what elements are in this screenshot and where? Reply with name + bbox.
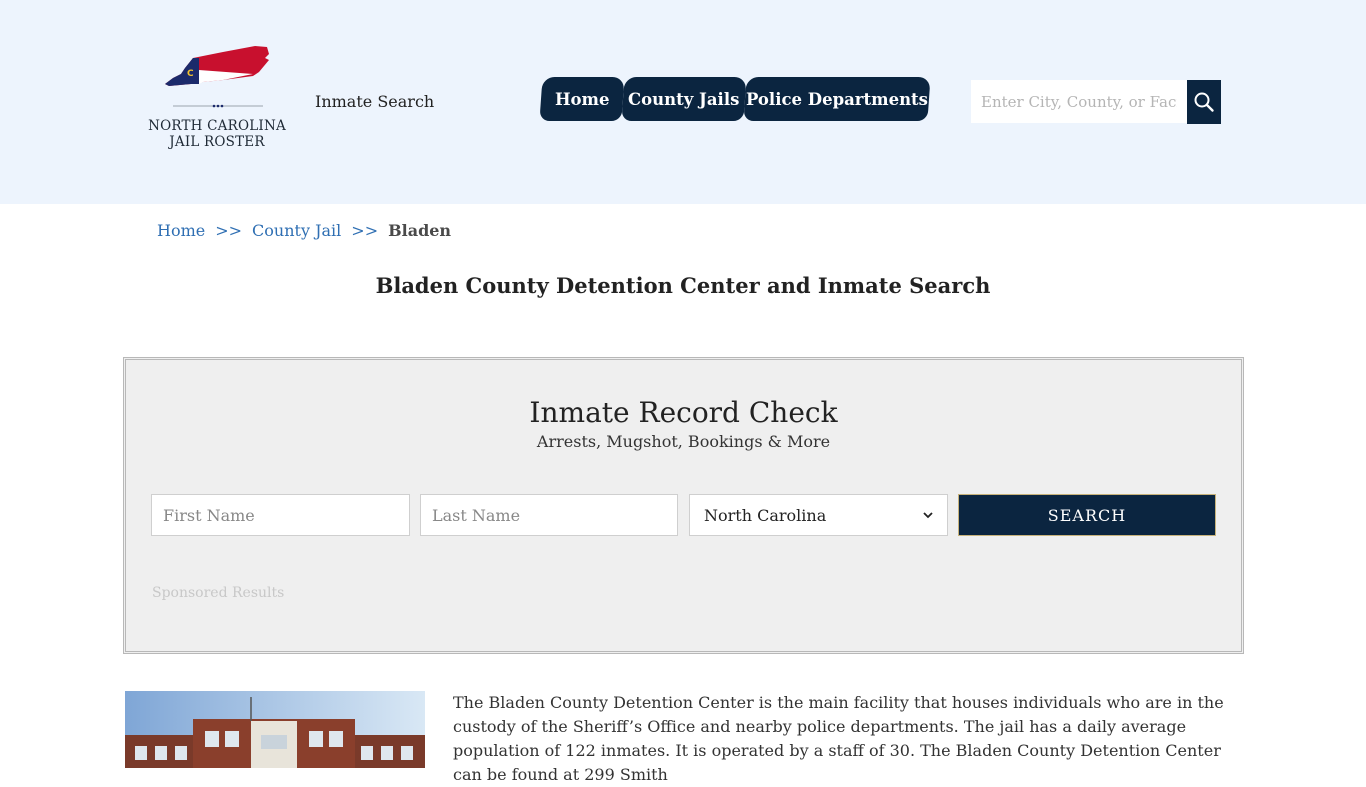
detention-center-photo: [125, 691, 425, 768]
logo-line-1: NORTH CAROLINA: [148, 118, 286, 134]
page-title: Bladen County Detention Center and Inmat…: [375, 273, 991, 298]
nav-home-button[interactable]: Home: [539, 77, 625, 121]
nc-flag-map-icon: C: [165, 46, 269, 108]
chevron-down-icon: [923, 512, 933, 519]
state-select-value: North Carolina: [704, 505, 827, 525]
inmate-search-link[interactable]: Inmate Search: [315, 92, 434, 111]
record-check-title: Inmate Record Check: [529, 396, 838, 429]
sponsored-results-label: Sponsored Results: [152, 585, 285, 601]
site-header: C NORTH CAROLINA JAIL ROSTER Inmate Sear…: [0, 0, 1366, 204]
first-name-input[interactable]: [151, 494, 410, 536]
breadcrumb-separator: >>: [351, 221, 379, 240]
nav-county-jails-button[interactable]: County Jails: [621, 77, 747, 121]
record-search-button[interactable]: SEARCH: [958, 494, 1216, 536]
nav-county-jails-label: County Jails: [628, 89, 740, 109]
search-icon: [1194, 92, 1214, 112]
breadcrumb-home-link[interactable]: Home: [157, 221, 205, 240]
nav-police-departments-button[interactable]: Police Departments: [743, 77, 931, 121]
breadcrumb-separator: >>: [215, 221, 243, 240]
nav-police-departments-label: Police Departments: [745, 89, 928, 109]
inmate-record-check-panel: Inmate Record Check Arrests, Mugshot, Bo…: [123, 357, 1244, 654]
last-name-input[interactable]: [420, 494, 678, 536]
breadcrumb: Home >> County Jail >> Bladen: [157, 221, 451, 240]
svg-text:C: C: [187, 69, 194, 79]
breadcrumb-current: Bladen: [388, 221, 452, 240]
logo-line-2: JAIL ROSTER: [169, 134, 265, 150]
breadcrumb-county-jail-link[interactable]: County Jail: [252, 221, 341, 240]
nav-home-label: Home: [554, 89, 610, 109]
logo-wordmark: NORTH CAROLINA JAIL ROSTER: [147, 118, 287, 150]
site-logo[interactable]: C NORTH CAROLINA JAIL ROSTER: [147, 44, 287, 156]
facility-search-input[interactable]: [971, 80, 1187, 123]
facility-search-button[interactable]: [1187, 80, 1221, 124]
facility-description: The Bladen County Detention Center is th…: [453, 693, 1224, 784]
record-check-subtitle: Arrests, Mugshot, Bookings & More: [536, 432, 831, 451]
state-select[interactable]: North Carolina: [689, 494, 948, 536]
